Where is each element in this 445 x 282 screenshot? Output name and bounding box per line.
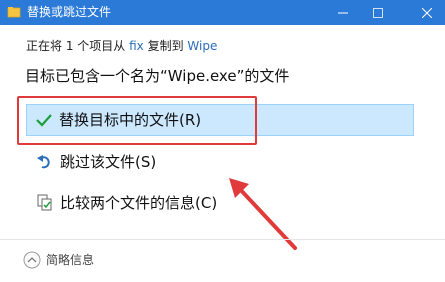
minimize-icon (338, 12, 348, 13)
progress-middle: 复制到 (143, 39, 188, 53)
footer-divider (0, 239, 445, 240)
close-icon (422, 7, 432, 18)
close-button[interactable] (409, 0, 445, 25)
skip-file-option[interactable]: 跳过该文件(S) (26, 145, 156, 179)
copy-progress-text: 正在将 1 个项目从 fix 复制到 Wipe (26, 38, 217, 54)
compare-files-icon (34, 194, 56, 212)
maximize-button[interactable] (360, 0, 396, 25)
compare-files-label: 比较两个文件的信息(C) (60, 194, 218, 212)
annotation-arrow-icon (229, 178, 297, 250)
title-bar: 替换或跳过文件 (0, 0, 445, 25)
window-title: 替换或跳过文件 (27, 5, 112, 19)
maximize-icon (373, 7, 383, 18)
fewer-details-toggle[interactable]: 简略信息 (23, 251, 94, 269)
conflict-heading: 目标已包含一个名为“Wipe.exe”的文件 (25, 67, 290, 85)
progress-prefix: 正在将 1 个项目从 (26, 39, 130, 53)
skip-file-label: 跳过该文件(S) (60, 153, 157, 171)
source-folder-link[interactable]: fix (129, 39, 144, 53)
skip-arrow-icon (34, 153, 56, 171)
destination-folder-link[interactable]: Wipe (187, 39, 217, 53)
fewer-details-label: 简略信息 (46, 253, 95, 267)
minimize-button[interactable] (325, 0, 361, 25)
compare-files-option[interactable]: 比较两个文件的信息(C) (26, 186, 217, 220)
chevron-up-icon (23, 251, 41, 269)
folder-icon (7, 7, 21, 18)
annotation-highlight-box (17, 96, 257, 145)
